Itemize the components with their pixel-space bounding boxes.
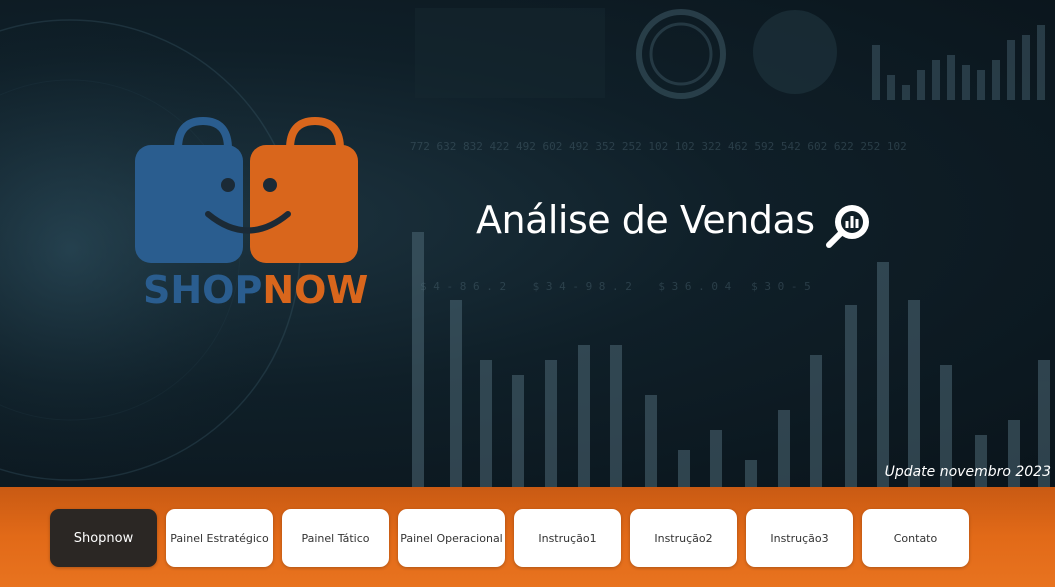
- brand-shop-text: SHOP: [143, 268, 263, 312]
- nav-button-painel-estrategico[interactable]: Painel Estratégico: [166, 509, 273, 567]
- update-label: Update novembro 2023: [884, 464, 1051, 480]
- svg-text:772 632 832 422 492 602 492 35: 772 632 832 422 492 602 492 352 252 102 …: [410, 140, 907, 153]
- page-title: Análise de Vendas: [476, 198, 815, 242]
- nav-button-shopnow[interactable]: Shopnow: [50, 509, 157, 567]
- svg-text:$ 4 - 8 6 . 2 $ 3 4 - 9 8 .: $ 4 - 8 6 . 2 $ 3 4 - 9 8 . 2 $ 3 6 . 0 …: [420, 280, 811, 293]
- brand-wordmark: SHOPNOW: [143, 268, 368, 312]
- nav-button-instrucao3[interactable]: Instrução3: [746, 509, 853, 567]
- bottom-navbar: Shopnow Painel Estratégico Painel Tático…: [0, 487, 1055, 587]
- nav-button-painel-operacional[interactable]: Painel Operacional: [398, 509, 505, 567]
- brand-now-text: NOW: [262, 268, 369, 312]
- search-chart-icon: [826, 205, 869, 248]
- hero-banner: 772 632 832 422 492 602 492 352 252 102 …: [0, 0, 1055, 487]
- nav-button-instrucao2[interactable]: Instrução2: [630, 509, 737, 567]
- nav-button-contato[interactable]: Contato: [862, 509, 969, 567]
- nav-button-painel-tatico[interactable]: Painel Tático: [282, 509, 389, 567]
- nav-button-instrucao1[interactable]: Instrução1: [514, 509, 621, 567]
